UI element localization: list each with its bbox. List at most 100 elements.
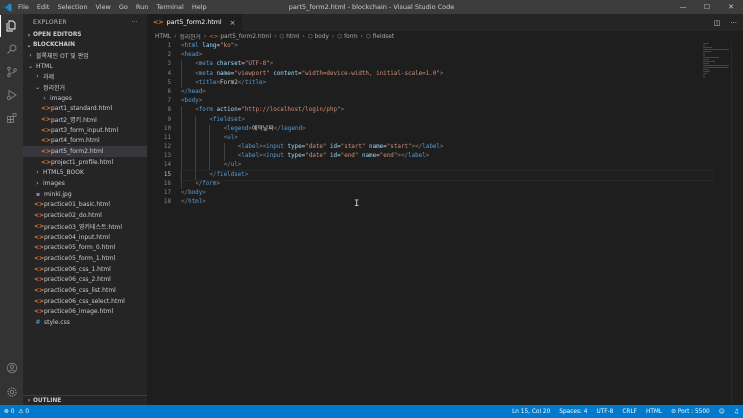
menu-item-file[interactable]: File xyxy=(14,0,33,14)
live-server-port[interactable]: ⊘ Port : 5500 xyxy=(671,409,710,415)
encoding[interactable]: UTF-8 xyxy=(596,409,613,415)
tree-file[interactable]: <> practice01_basic.html xyxy=(23,200,147,211)
breadcrumb-item[interactable]: fieldset xyxy=(373,34,394,40)
errors-indicator[interactable]: ⊗ 0 xyxy=(4,409,14,415)
outline-section[interactable]: › OUTLINE xyxy=(23,395,147,405)
tree-folder[interactable]: ⌄ HTML xyxy=(23,61,147,72)
extensions-icon[interactable] xyxy=(0,107,23,129)
language-mode[interactable]: HTML xyxy=(646,409,662,415)
notifications-bell-icon[interactable]: ♫ xyxy=(734,409,739,415)
code-line[interactable]: <meta name="viewport" content="width=dev… xyxy=(181,69,713,79)
code-line[interactable]: </body> xyxy=(181,189,713,198)
code-token: input xyxy=(266,144,284,151)
code-line[interactable]: <legend>예약날짜</legend> xyxy=(181,124,713,134)
tree-file[interactable]: <> practice02_do.html xyxy=(23,210,147,221)
split-editor-icon[interactable]: ◫ xyxy=(714,19,721,27)
open-editors-section[interactable]: › OPEN EDITORS xyxy=(23,30,147,40)
tree-file[interactable]: <> part1_standard.html xyxy=(23,103,147,114)
menu-item-selection[interactable]: Selection xyxy=(53,0,91,14)
code-line[interactable]: <label><input type="date" id="end" name=… xyxy=(181,152,713,162)
tree-file[interactable]: <> practice06_css_list.html xyxy=(23,285,147,296)
settings-icon[interactable] xyxy=(0,381,23,403)
indentation[interactable]: Spaces: 4 xyxy=(559,409,587,415)
code-line[interactable]: </head> xyxy=(181,88,713,97)
tree-file[interactable]: <> practice05_form_1.html xyxy=(23,253,147,264)
code-line[interactable]: <form action="http://localhost/login/php… xyxy=(181,106,713,116)
cursor-position[interactable]: Ln 15, Col 20 xyxy=(512,409,550,415)
editor-more-button[interactable]: ··· xyxy=(730,19,737,27)
tree-file[interactable]: <> practice06_css_2.html xyxy=(23,274,147,285)
source-control-icon[interactable] xyxy=(0,61,23,83)
breadcrumb-item[interactable]: 정리한거 xyxy=(179,32,200,41)
tree-file[interactable]: <> practice06_image.html xyxy=(23,307,147,318)
tree-file[interactable]: <> part4_form.html xyxy=(23,136,147,147)
menu-item-terminal[interactable]: Terminal xyxy=(152,0,187,14)
tree-folder[interactable]: › images xyxy=(23,178,147,189)
tree-folder[interactable]: › HTML5_BOOK xyxy=(23,168,147,179)
menu-item-view[interactable]: View xyxy=(91,0,114,14)
explorer-more-button[interactable]: ··· xyxy=(131,19,138,26)
code-lines[interactable]: <html lang="ko"> <head> <meta charset="UTF… xyxy=(180,42,714,207)
tree-file[interactable]: ▪ minki.jpg xyxy=(23,189,147,200)
breadcrumb-item[interactable]: html xyxy=(286,34,299,40)
tree-file[interactable]: # style.css xyxy=(23,317,147,328)
code-line[interactable]: </fieldset> xyxy=(180,169,714,181)
workspace-section[interactable]: ⌄ BLOCKCHAIN xyxy=(23,40,147,50)
line-number: 9 xyxy=(167,116,171,123)
tree-folder[interactable]: › 블록체인 OT 및 판업 xyxy=(23,50,147,61)
code-line[interactable]: <fieldset> xyxy=(181,115,713,125)
close-window-button[interactable]: ✕ xyxy=(719,0,743,14)
tree-folder[interactable]: › 과제 xyxy=(23,71,147,82)
code-line[interactable]: <meta charset="UTF-8"> xyxy=(181,60,713,70)
code-token: > xyxy=(244,171,249,178)
line-number: 5 xyxy=(167,79,171,86)
tree-folder[interactable]: › images xyxy=(23,93,147,104)
code-line[interactable]: <label><input type="date" id="start" nam… xyxy=(181,143,713,153)
minimap[interactable] xyxy=(703,42,729,78)
tree-file[interactable]: <> part3_form_input.html xyxy=(23,125,147,136)
code-line[interactable]: <html lang="ko"> xyxy=(181,42,713,51)
run-debug-icon[interactable] xyxy=(0,84,23,106)
close-tab-icon[interactable]: × xyxy=(230,19,236,27)
feedback-icon[interactable]: ☺ xyxy=(719,409,725,415)
tree-folder[interactable]: ⌄ 정리한거 xyxy=(23,82,147,93)
tree-file[interactable]: <> practice04_input.html xyxy=(23,232,147,243)
end-of-line[interactable]: CRLF xyxy=(622,409,637,415)
code-line[interactable]: <ul> xyxy=(181,133,713,144)
menu-item-edit[interactable]: Edit xyxy=(33,0,54,14)
code-line[interactable]: <body> xyxy=(181,97,713,106)
html-file-icon: <> xyxy=(41,105,52,113)
tree-file[interactable]: <> practice06_css_select.html xyxy=(23,296,147,307)
maximize-button[interactable]: ☐ xyxy=(695,0,719,14)
code-line[interactable]: <title>Form2</title> xyxy=(181,78,713,88)
menu-item-go[interactable]: Go xyxy=(115,0,132,14)
menu-item-help[interactable]: Help xyxy=(188,0,211,14)
code-line[interactable]: <head> xyxy=(181,51,713,60)
indent-guide xyxy=(195,170,197,180)
explorer-icon[interactable] xyxy=(0,15,23,37)
search-icon[interactable] xyxy=(0,38,23,60)
tree-file[interactable]: <> part5_form2.html xyxy=(23,146,147,157)
code-line[interactable]: </html> xyxy=(181,198,713,207)
breadcrumb-item[interactable]: part5_form2.html xyxy=(220,34,271,40)
code-line[interactable]: </form> xyxy=(181,179,713,189)
breadcrumb-item[interactable]: HTML xyxy=(155,34,171,40)
tree-file[interactable]: <> practice03_영키테스트.html xyxy=(23,221,147,232)
breadcrumb-item[interactable]: body xyxy=(315,34,329,40)
vertical-scrollbar[interactable] xyxy=(731,42,743,405)
code-line[interactable]: </ul> xyxy=(181,161,713,171)
minimize-button[interactable]: — xyxy=(671,0,695,14)
account-icon[interactable] xyxy=(0,357,23,379)
tree-file[interactable]: <> project1_profile.html xyxy=(23,157,147,168)
menu-item-run[interactable]: Run xyxy=(132,0,152,14)
warnings-indicator[interactable]: ⚠ 0 xyxy=(18,409,29,415)
chevron-right-icon: › xyxy=(36,169,39,177)
tree-file[interactable]: <> practice06_css_1.html xyxy=(23,264,147,275)
tree-file[interactable]: <> part2_명키.html xyxy=(23,114,147,125)
code-token: fieldset xyxy=(216,171,245,178)
tree-file[interactable]: <> practice05_form_0.html xyxy=(23,242,147,253)
code-editor[interactable]: 1 2 3 4 5 6 7 8 9 10 11 12 13 14 15 16 17 18 <html lang="… xyxy=(147,42,743,405)
tab-part5-form2[interactable]: <> part5_form2.html × xyxy=(147,14,242,31)
breadcrumb-item[interactable]: form xyxy=(344,34,358,40)
code-token: > xyxy=(439,70,444,77)
